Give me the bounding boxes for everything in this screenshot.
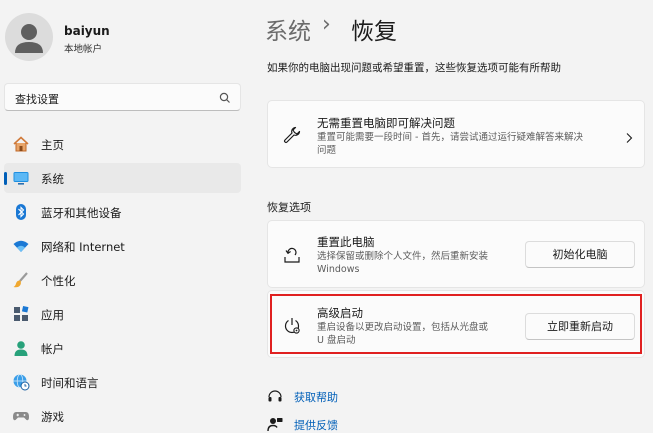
sidebar-item-label: 游戏 bbox=[41, 410, 64, 424]
card-description-line1: 重置可能需要一段时间 - 首先，请尝试通过运行疑难解答来解决 bbox=[317, 132, 583, 143]
system-icon bbox=[12, 169, 30, 187]
sidebar-item-accounts[interactable]: 帐户 bbox=[4, 333, 241, 363]
sidebar-item-label: 网络和 Internet bbox=[41, 240, 125, 254]
person-icon bbox=[12, 339, 30, 357]
sidebar-item-label: 个性化 bbox=[41, 274, 76, 288]
reset-icon bbox=[282, 245, 302, 265]
search-icon[interactable] bbox=[218, 90, 232, 104]
page-title: 恢复 bbox=[351, 19, 397, 45]
sidebar-item-system[interactable]: 系统 bbox=[4, 163, 241, 193]
breadcrumb-separator: › bbox=[322, 12, 331, 37]
globe-clock-icon bbox=[12, 373, 30, 391]
sidebar-item-bluetooth[interactable]: 蓝牙和其他设备 bbox=[4, 197, 241, 227]
wrench-icon bbox=[282, 125, 302, 145]
sidebar: baiyun 本地帐户 查找设置 主页 系统 蓝牙和其他设备 网络和 Inter… bbox=[0, 0, 250, 433]
get-help-link[interactable]: 获取帮助 bbox=[294, 389, 338, 405]
sidebar-item-label: 蓝牙和其他设备 bbox=[41, 206, 122, 220]
highlight-box bbox=[270, 294, 642, 354]
wifi-icon bbox=[12, 237, 30, 255]
search-placeholder: 查找设置 bbox=[15, 93, 59, 106]
chevron-right-icon bbox=[624, 129, 634, 143]
avatar[interactable] bbox=[5, 13, 53, 61]
sidebar-item-label: 时间和语言 bbox=[41, 376, 99, 390]
brush-icon bbox=[12, 271, 30, 289]
card-description-line1: 选择保留或删除个人文件，然后重新安装 bbox=[317, 251, 489, 262]
sidebar-item-personalization[interactable]: 个性化 bbox=[4, 265, 241, 295]
feedback-icon bbox=[267, 416, 283, 432]
sidebar-item-network[interactable]: 网络和 Internet bbox=[4, 231, 241, 261]
bluetooth-icon bbox=[12, 203, 30, 221]
card-title: 重置此电脑 bbox=[317, 235, 375, 249]
gamepad-icon bbox=[12, 407, 30, 425]
sidebar-item-label: 应用 bbox=[41, 308, 64, 322]
reset-pc-button[interactable]: 初始化电脑 bbox=[525, 241, 635, 268]
account-type: 本地帐户 bbox=[64, 44, 103, 55]
reset-pc-card: 重置此电脑 选择保留或删除个人文件，然后重新安装 Windows 初始化电脑 bbox=[267, 220, 645, 288]
feedback-link[interactable]: 提供反馈 bbox=[294, 417, 338, 433]
troubleshoot-card[interactable]: 无需重置电脑即可解决问题 重置可能需要一段时间 - 首先，请尝试通过运行疑难解答… bbox=[267, 100, 645, 168]
sidebar-item-home[interactable]: 主页 bbox=[4, 129, 241, 159]
sidebar-item-label: 系统 bbox=[41, 172, 64, 186]
user-name: baiyun bbox=[64, 24, 110, 38]
sidebar-item-label: 帐户 bbox=[41, 342, 64, 356]
breadcrumb-parent[interactable]: 系统 bbox=[265, 12, 311, 46]
card-title: 无需重置电脑即可解决问题 bbox=[317, 116, 455, 130]
apps-icon bbox=[12, 305, 30, 323]
sidebar-item-apps[interactable]: 应用 bbox=[4, 299, 241, 329]
sidebar-item-time-language[interactable]: 时间和语言 bbox=[4, 367, 241, 397]
sidebar-item-label: 主页 bbox=[41, 138, 64, 152]
page-description: 如果你的电脑出现问题或希望重置，这些恢复选项可能有所帮助 bbox=[267, 62, 561, 74]
home-icon bbox=[12, 135, 30, 153]
card-description-line2: Windows bbox=[317, 264, 360, 275]
search-input[interactable]: 查找设置 bbox=[4, 83, 241, 111]
section-title: 恢复选项 bbox=[267, 201, 311, 214]
card-description-line2: 问题 bbox=[317, 145, 337, 156]
sidebar-item-gaming[interactable]: 游戏 bbox=[4, 401, 241, 431]
help-icon bbox=[267, 388, 283, 404]
selection-indicator bbox=[4, 172, 7, 185]
